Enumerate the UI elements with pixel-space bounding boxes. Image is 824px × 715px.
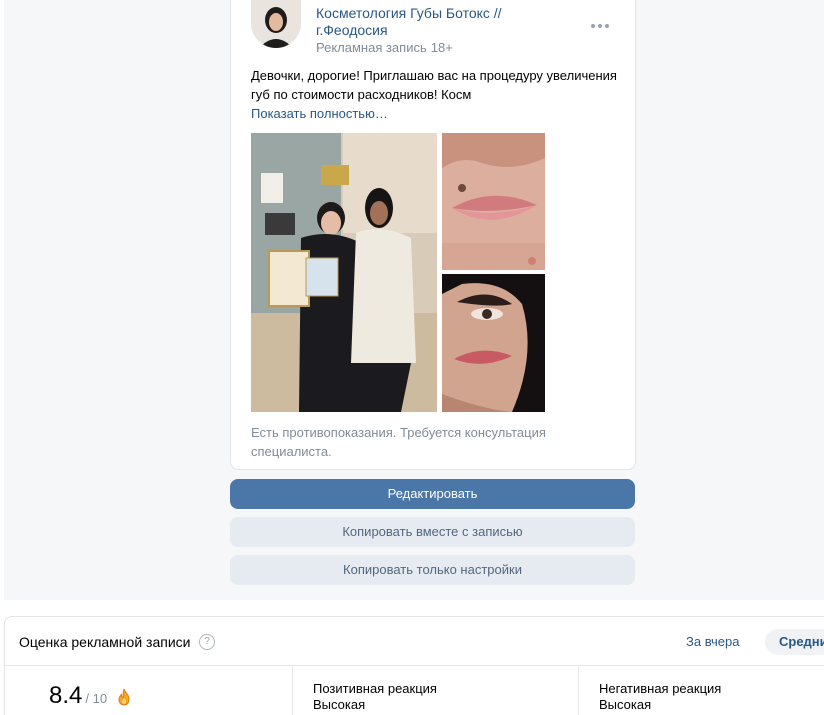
edit-button[interactable]: Редактировать [230,479,635,509]
disclaimer-text: Есть противопоказания. Требуется консуль… [251,425,546,459]
rating-title: Оценка рекламной записи [19,634,191,650]
negative-reaction-label: Негативная реакция [599,681,722,696]
copy-settings-only-button[interactable]: Копировать только настройки [230,555,635,585]
fire-icon [118,688,130,706]
post-text: Девочки, дорогие! Приглашаю вас на проце… [251,66,621,104]
positive-reaction-label: Позитивная реакция [313,681,437,696]
positive-reaction-value: Высокая [313,697,366,712]
post-photo-lips[interactable] [442,133,545,270]
rating-header: Оценка рекламной записи ? За вчера Средн… [5,617,824,666]
ad-label-text: Рекламная запись [316,40,427,55]
column-divider [292,666,293,715]
rating-score: 8.4/ 10 [49,682,107,710]
age-rating: 18+ [430,40,453,55]
column-divider [578,666,579,715]
help-icon[interactable]: ? [199,634,215,650]
negative-reaction-value: Высокая [599,697,652,712]
copy-with-post-button[interactable]: Копировать вместе с записью [230,517,635,547]
ad-post-card: Косметология Губы Ботокс // г.Феодосия Р… [230,0,636,470]
post-photo-face[interactable] [442,274,545,412]
ad-label: Рекламная запись 18+ [316,40,453,55]
group-name-link[interactable]: Косметология Губы Ботокс // г.Феодосия [316,5,536,39]
post-text-body: Девочки, дорогие! Приглашаю вас на проце… [251,68,617,102]
group-avatar[interactable] [251,0,301,48]
period-average-tab[interactable]: Средни [765,629,824,655]
show-more-link[interactable]: Показать полностью… [251,104,388,123]
score-scale: / 10 [85,691,108,706]
ad-rating-panel: Оценка рекламной записи ? За вчера Средн… [4,616,824,715]
period-yesterday-tab[interactable]: За вчера [686,634,739,649]
post-photo-main[interactable] [251,133,437,412]
score-value: 8.4 [49,682,83,709]
more-options-icon[interactable] [591,18,611,34]
